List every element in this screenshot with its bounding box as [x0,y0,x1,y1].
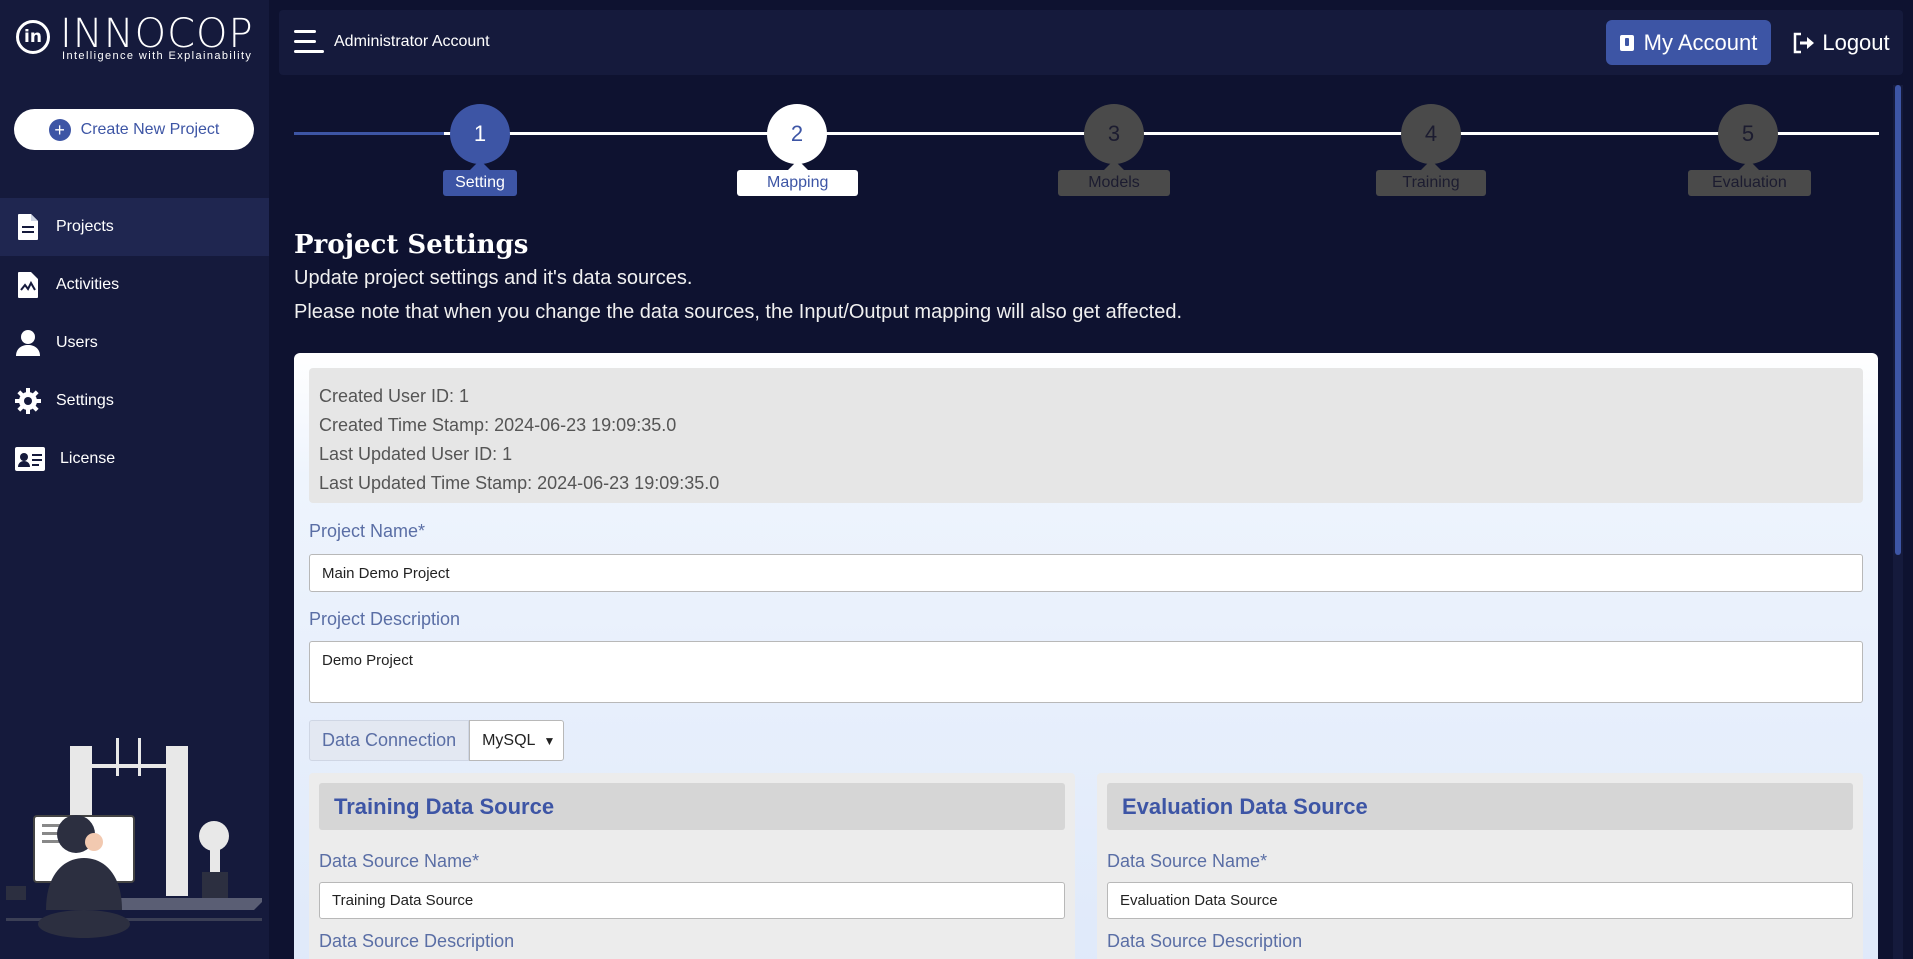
chevron-down-icon: ▼ [543,733,556,748]
step-label: Setting [443,160,517,196]
logout-button[interactable]: Logout [1786,20,1896,65]
sidebar-item-label: Activities [56,276,120,293]
create-new-project-button[interactable]: + Create New Project [14,109,254,150]
scrollbar-thumb[interactable] [1895,85,1901,555]
evaluation-data-source-heading: Evaluation Data Source [1107,783,1853,830]
page-description: Update project settings and it's data so… [294,267,693,289]
data-connection-group: Data Connection MySQL ▼ [309,720,565,761]
menu-toggle-icon[interactable] [294,30,324,54]
developer-illustration [6,738,266,938]
data-connection-select[interactable]: MySQL ▼ [469,720,565,761]
step-training[interactable]: 4 Training [1371,104,1491,196]
sidebar: in INNOCOP Intelligence with Explainabil… [0,0,269,959]
step-number: 3 [1084,104,1144,164]
sidebar-item-label: Projects [56,218,114,235]
data-connection-value: MySQL [482,731,536,749]
sidebar-item-users[interactable]: Users [0,314,269,372]
step-models[interactable]: 3 Models [1054,104,1174,196]
logout-icon [1792,32,1816,54]
step-number: 2 [767,104,827,164]
step-setting[interactable]: 1 Setting [420,104,540,196]
created-timestamp: Created Time Stamp: 2024-06-23 19:09:35.… [319,415,677,435]
project-metadata: Created User ID: 1 Created Time Stamp: 2… [309,368,1863,503]
brand-mark-icon: in [16,20,50,54]
activity-icon [14,270,42,300]
settings-panel: Created User ID: 1 Created Time Stamp: 2… [294,353,1878,959]
step-mapping[interactable]: 2 Mapping [737,104,859,196]
sidebar-item-label: License [60,450,116,467]
main-content: 1 Setting 2 Mapping 3 Models 4 Training … [279,85,1889,959]
content-scrollbar[interactable] [1893,85,1903,959]
sidebar-item-activities[interactable]: Activities [0,256,269,314]
brand-name: INNOCOP [60,11,254,57]
updated-user-id: Last Updated User ID: 1 [319,444,513,464]
step-number: 4 [1401,104,1461,164]
my-account-label: My Account [1643,29,1758,55]
wizard-stepper: 1 Setting 2 Mapping 3 Models 4 Training … [294,85,1879,205]
step-number: 5 [1718,104,1778,164]
logout-label: Logout [1822,29,1890,55]
my-account-button[interactable]: My Account [1606,20,1771,65]
data-connection-label: Data Connection [309,720,470,761]
project-name-label: Project Name* [309,521,426,541]
evaluation-source-name-label: Data Source Name* [1107,851,1268,871]
brand-logo[interactable]: in INNOCOP Intelligence with Explainabil… [14,14,264,66]
sidebar-item-label: Users [56,334,98,351]
sidebar-nav: Projects Activities Users Settings Licen… [0,198,269,488]
page-title: Project Settings [294,230,529,260]
step-label: Mapping [737,160,859,196]
create-new-project-label: Create New Project [80,120,220,138]
evaluation-source-name-input[interactable]: Evaluation Data Source [1107,882,1853,919]
step-number: 1 [450,104,510,164]
project-description-input[interactable]: Demo Project [309,641,1863,703]
gear-icon [14,386,42,416]
training-data-source-card: Training Data Source Data Source Name* T… [309,773,1075,959]
brand-tagline: Intelligence with Explainability [62,50,253,62]
training-source-description-label: Data Source Description [319,931,515,951]
evaluation-data-source-card: Evaluation Data Source Data Source Name*… [1097,773,1863,959]
sidebar-item-license[interactable]: License [0,430,269,488]
evaluation-source-description-label: Data Source Description [1107,931,1303,951]
top-header: Administrator Account My Account Logout [279,10,1903,75]
sidebar-item-label: Settings [56,392,114,409]
step-label: Models [1058,160,1170,196]
document-icon [14,212,42,242]
step-evaluation[interactable]: 5 Evaluation [1688,104,1811,196]
sidebar-item-projects[interactable]: Projects [0,198,269,256]
id-card-icon [14,444,46,474]
created-user-id: Created User ID: 1 [319,386,470,406]
step-label: Training [1376,160,1486,196]
user-icon [14,328,42,358]
updated-timestamp: Last Updated Time Stamp: 2024-06-23 19:0… [319,473,720,493]
training-source-name-input[interactable]: Training Data Source [319,882,1065,919]
account-icon [1619,34,1634,51]
training-data-source-heading: Training Data Source [319,783,1065,830]
step-label: Evaluation [1688,160,1811,196]
page-note: Please note that when you change the dat… [294,301,1182,323]
header-title: Administrator Account [334,33,490,50]
project-name-input[interactable]: Main Demo Project [309,554,1863,592]
project-description-label: Project Description [309,609,461,629]
training-source-name-label: Data Source Name* [319,851,480,871]
plus-icon: + [48,118,71,141]
sidebar-item-settings[interactable]: Settings [0,372,269,430]
